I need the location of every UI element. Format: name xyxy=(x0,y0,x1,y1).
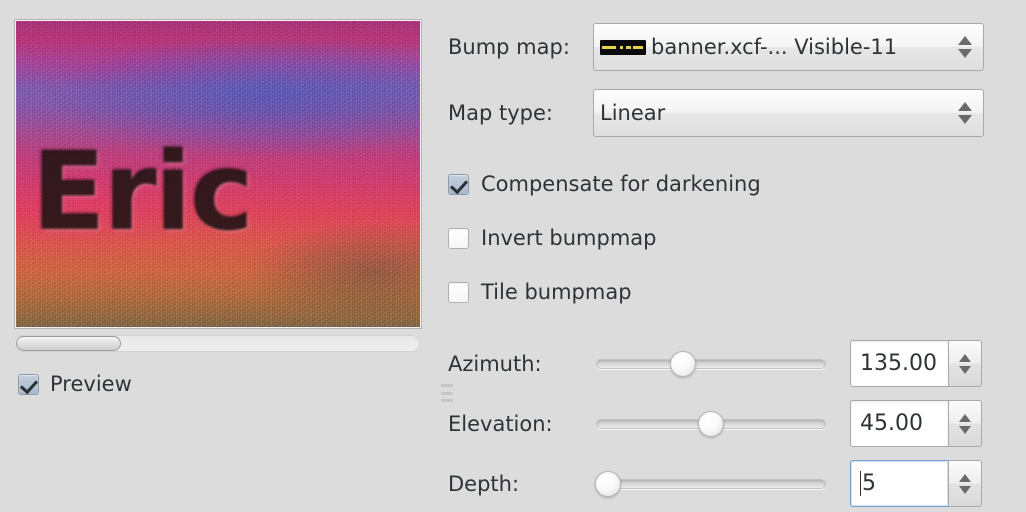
stepper-up-icon[interactable] xyxy=(959,473,971,482)
chevron-updown-icon[interactable] xyxy=(951,102,981,124)
chevron-up-icon xyxy=(958,36,972,45)
tile-bumpmap-row[interactable]: Tile bumpmap xyxy=(448,280,632,304)
preview-vignette xyxy=(16,21,420,327)
depth-label: Depth: xyxy=(448,471,520,496)
azimuth-slider-handle[interactable] xyxy=(670,350,697,377)
bump-map-label: Bump map: xyxy=(448,35,570,59)
stepper-up-icon[interactable] xyxy=(959,413,971,422)
azimuth-stepper[interactable] xyxy=(948,340,982,387)
stepper-down-icon[interactable] xyxy=(959,425,971,434)
azimuth-label: Azimuth: xyxy=(448,351,542,376)
bump-map-combo[interactable]: banner.xcf-... Visible-11 xyxy=(593,23,984,71)
depth-slider-handle[interactable] xyxy=(594,470,621,497)
elevation-slider[interactable] xyxy=(596,410,826,437)
bump-map-dialog: Eric Preview Bump map: xyxy=(0,0,1026,512)
invert-bumpmap-row[interactable]: Invert bumpmap xyxy=(448,226,656,250)
preview-checkbox[interactable] xyxy=(18,373,39,395)
tile-bumpmap-checkbox[interactable] xyxy=(448,281,469,303)
depth-stepper[interactable] xyxy=(948,460,982,507)
elevation-value-field[interactable]: 45.00 xyxy=(850,400,948,447)
chevron-down-icon xyxy=(958,49,972,58)
map-type-row: Map type: Linear xyxy=(448,89,984,137)
elevation-slider-handle[interactable] xyxy=(698,410,724,437)
chevron-updown-icon[interactable] xyxy=(951,36,981,58)
preview-image[interactable]: Eric xyxy=(16,21,420,327)
chevron-up-icon xyxy=(958,102,972,111)
stepper-down-icon[interactable] xyxy=(959,485,971,494)
depth-value-text: 5 xyxy=(862,471,876,496)
depth-row: Depth: 5 xyxy=(448,460,982,507)
preview-pane: Eric Preview xyxy=(0,0,453,512)
map-type-label: Map type: xyxy=(448,101,553,125)
azimuth-spinbox[interactable]: 135.00 xyxy=(850,340,982,387)
elevation-spinbox[interactable]: 45.00 xyxy=(850,400,982,447)
depth-slider-track[interactable] xyxy=(596,478,826,489)
preview-checkbox-label: Preview xyxy=(50,372,132,396)
depth-slider[interactable] xyxy=(594,470,826,497)
layer-thumbnail-icon xyxy=(600,39,646,55)
text-caret xyxy=(860,471,861,496)
elevation-stepper[interactable] xyxy=(948,400,982,447)
azimuth-slider[interactable] xyxy=(596,350,826,377)
invert-bumpmap-label: Invert bumpmap xyxy=(481,226,657,250)
azimuth-row: Azimuth: 135.00 xyxy=(448,340,982,387)
settings-pane: Bump map: banner.xcf-... Visible-11 Map … xyxy=(438,0,1026,512)
tile-bumpmap-label: Tile bumpmap xyxy=(481,280,632,304)
invert-bumpmap-checkbox[interactable] xyxy=(448,227,469,249)
preview-checkbox-row[interactable]: Preview xyxy=(18,372,132,396)
depth-spinbox[interactable]: 5 xyxy=(850,460,982,507)
elevation-row: Elevation: 45.00 xyxy=(448,400,982,447)
compensate-darkening-row[interactable]: Compensate for darkening xyxy=(448,172,761,196)
map-type-value: Linear xyxy=(600,101,666,125)
depth-value-field[interactable]: 5 xyxy=(850,460,948,507)
map-type-combo[interactable]: Linear xyxy=(593,89,984,137)
elevation-label: Elevation: xyxy=(448,411,553,436)
azimuth-slider-track[interactable] xyxy=(596,358,826,369)
compensate-darkening-label: Compensate for darkening xyxy=(481,172,761,196)
stepper-up-icon[interactable] xyxy=(959,353,971,362)
azimuth-value-field[interactable]: 135.00 xyxy=(850,340,948,387)
scrollbar-thumb[interactable] xyxy=(16,336,121,351)
bump-map-row: Bump map: banner.xcf-... Visible-11 xyxy=(448,23,984,71)
preview-frame: Eric xyxy=(14,19,422,329)
stepper-down-icon[interactable] xyxy=(959,365,971,374)
preview-horizontal-scrollbar[interactable] xyxy=(14,335,420,352)
bump-map-value: banner.xcf-... Visible-11 xyxy=(651,35,898,59)
chevron-down-icon xyxy=(958,115,972,124)
compensate-darkening-checkbox[interactable] xyxy=(448,173,469,195)
